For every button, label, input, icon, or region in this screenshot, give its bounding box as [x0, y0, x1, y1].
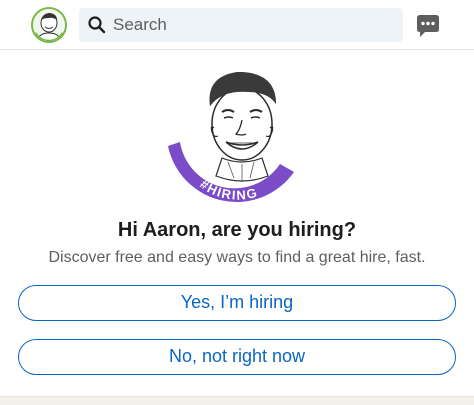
messaging-button[interactable]	[414, 12, 442, 40]
promo-title: Hi Aaron, are you hiring?	[117, 219, 357, 241]
profile-avatar[interactable]	[31, 7, 67, 43]
top-bar	[0, 0, 474, 50]
yes-hiring-button[interactable]: Yes, I’m hiring	[18, 285, 456, 321]
avatar-illustration	[33, 9, 65, 41]
not-hiring-button[interactable]: No, not right now	[18, 339, 456, 375]
hiring-profile-photo: #HIRING	[164, 62, 308, 206]
search-bar[interactable]	[79, 8, 403, 42]
promo-subtitle: Discover free and easy ways to find a gr…	[48, 249, 426, 266]
search-input[interactable]	[113, 8, 393, 42]
search-icon	[88, 16, 106, 34]
person-illustration	[209, 72, 276, 182]
bottom-divider	[0, 396, 474, 405]
chat-bubble-icon	[417, 15, 439, 37]
